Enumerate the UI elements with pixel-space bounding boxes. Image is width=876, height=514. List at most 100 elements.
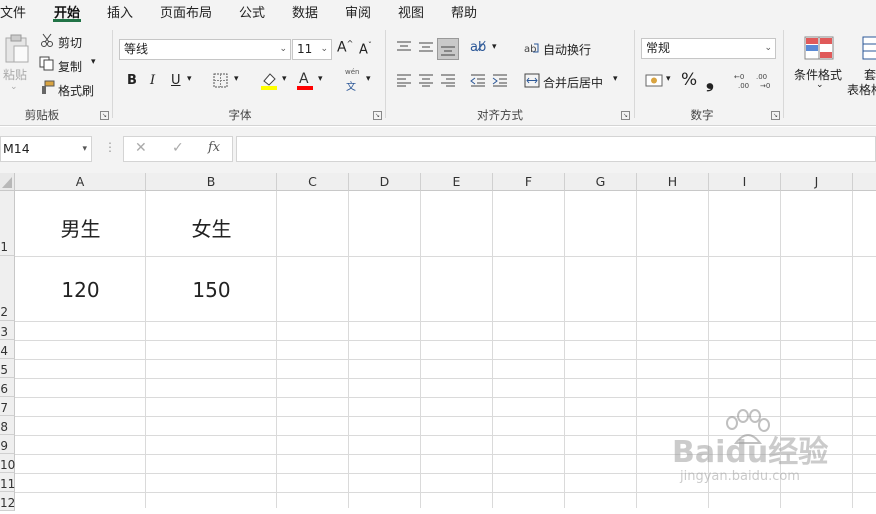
row-header-1[interactable]: 1 (0, 191, 15, 256)
watermark-url: jingyan.baidu.com (680, 469, 800, 484)
scissors-icon (41, 33, 53, 47)
cell-b1[interactable]: 女生 (146, 213, 277, 242)
font-family-select[interactable]: 等线 ⌄ (119, 39, 291, 60)
underline-dropdown-icon[interactable]: ▾ (187, 74, 192, 84)
format-as-table-label[interactable]: 表格格 (847, 81, 876, 98)
font-size-select[interactable]: 11 ⌄ (292, 39, 332, 60)
orientation-icon[interactable]: ab̸ (470, 40, 486, 55)
name-box[interactable]: M14 ▾ (0, 136, 92, 162)
number-launcher-icon[interactable]: ↘ (771, 111, 780, 120)
increase-font-size-icon[interactable]: A^ (337, 39, 353, 56)
underline-button[interactable]: U (171, 73, 181, 88)
menu-formulas[interactable]: 公式 (239, 2, 265, 21)
copy-button[interactable]: 复制 (58, 58, 82, 75)
align-bottom-button[interactable] (437, 38, 459, 60)
clipboard-launcher-icon[interactable]: ↘ (100, 111, 109, 120)
paste-icon[interactable] (4, 34, 30, 64)
enter-icon[interactable]: ✓ (172, 140, 184, 156)
font-color-dropdown-icon[interactable]: ▾ (318, 74, 323, 84)
font-color-icon[interactable]: A (296, 70, 314, 90)
merge-dropdown-icon[interactable]: ▾ (613, 74, 618, 84)
svg-text:ab: ab (524, 44, 536, 55)
increase-decimal-icon[interactable]: ←0 .00 (734, 71, 752, 89)
decrease-decimal-icon[interactable]: .00 →0 (756, 71, 774, 89)
cut-button[interactable]: 剪切 (58, 34, 82, 51)
accounting-dropdown-icon[interactable]: ▾ (666, 74, 671, 84)
number-format-select[interactable]: 常规 ⌄ (641, 38, 776, 59)
merge-center-button[interactable]: 合并后居中 (543, 74, 603, 91)
menu-file[interactable]: 文件 (0, 2, 26, 21)
align-left-icon[interactable] (396, 73, 412, 87)
menu-help[interactable]: 帮助 (451, 2, 477, 21)
borders-icon[interactable] (213, 73, 228, 88)
fill-color-dropdown-icon[interactable]: ▾ (282, 74, 287, 84)
column-header-h[interactable]: H (637, 173, 709, 191)
phonetic-dropdown-icon[interactable]: ▾ (366, 74, 371, 84)
font-launcher-icon[interactable]: ↘ (373, 111, 382, 120)
row-header-9[interactable]: 9 (0, 435, 15, 454)
menu-insert[interactable]: 插入 (107, 2, 133, 21)
italic-button[interactable]: I (150, 73, 155, 88)
menu-review[interactable]: 审阅 (345, 2, 371, 21)
percent-style-button[interactable]: % (681, 70, 697, 90)
column-header-g[interactable]: G (565, 173, 637, 191)
menu-page-layout[interactable]: 页面布局 (160, 2, 212, 21)
svg-text:.00: .00 (756, 73, 767, 81)
column-header-j[interactable]: J (781, 173, 853, 191)
insert-function-icon[interactable]: fx (208, 140, 220, 155)
formula-input[interactable] (236, 136, 876, 162)
column-header-f[interactable]: F (493, 173, 565, 191)
cell-a1[interactable]: 男生 (15, 213, 146, 242)
alignment-launcher-icon[interactable]: ↘ (621, 111, 630, 120)
column-header-b[interactable]: B (146, 173, 277, 191)
cell-b2[interactable]: 150 (146, 278, 277, 302)
svg-text:←0: ←0 (734, 73, 744, 81)
select-all-corner[interactable] (0, 173, 15, 191)
phonetic-guide-button[interactable]: 文 (346, 78, 356, 93)
formula-bar-area: M14 ▾ ⋮ ✕ ✓ fx (0, 127, 876, 173)
row-header-10[interactable]: 10 (0, 454, 15, 473)
comma-style-button[interactable]: ❟ (706, 68, 714, 92)
wrap-text-button[interactable]: 自动换行 (543, 41, 591, 58)
decrease-font-size-icon[interactable]: Aˇ (359, 41, 372, 57)
column-header-d[interactable]: D (349, 173, 421, 191)
accounting-format-icon[interactable] (645, 73, 663, 88)
paste-button[interactable]: 粘贴 (3, 66, 27, 83)
row-header-5[interactable]: 5 (0, 359, 15, 378)
conditional-formatting-dropdown-icon[interactable]: ⌄ (816, 80, 824, 90)
format-painter-button[interactable]: 格式刷 (58, 82, 94, 99)
borders-dropdown-icon[interactable]: ▾ (234, 74, 239, 84)
bold-button[interactable]: B (127, 73, 137, 88)
align-middle-icon[interactable] (418, 40, 434, 54)
orientation-dropdown-icon[interactable]: ▾ (492, 42, 497, 52)
align-right-icon[interactable] (440, 73, 456, 87)
spreadsheet-grid[interactable]: A B C D E F G H I J 1 2 3 4 5 6 7 8 9 10… (0, 173, 876, 511)
menu-data[interactable]: 数据 (292, 2, 318, 21)
increase-indent-icon[interactable] (492, 73, 508, 87)
align-center-icon[interactable] (418, 73, 434, 87)
column-header-c[interactable]: C (277, 173, 349, 191)
fill-color-icon[interactable] (260, 71, 278, 90)
column-header-k[interactable] (853, 173, 876, 191)
paste-dropdown-icon[interactable]: ⌄ (10, 82, 18, 92)
column-header-a[interactable]: A (15, 173, 146, 191)
row-header-3[interactable]: 3 (0, 321, 15, 340)
column-header-e[interactable]: E (421, 173, 493, 191)
cell-a2[interactable]: 120 (15, 278, 146, 302)
row-header-12[interactable]: 12 (0, 492, 15, 511)
font-family-value: 等线 (124, 42, 149, 56)
menu-view[interactable]: 视图 (398, 2, 424, 21)
row-header-11[interactable]: 11 (0, 473, 15, 492)
row-header-4[interactable]: 4 (0, 340, 15, 359)
number-format-value: 常规 (646, 41, 671, 55)
column-header-i[interactable]: I (709, 173, 781, 191)
align-top-icon[interactable] (396, 40, 412, 54)
name-box-dropdown-icon[interactable]: ▾ (82, 137, 87, 161)
copy-dropdown-icon[interactable]: ▾ (91, 57, 96, 67)
decrease-indent-icon[interactable] (470, 73, 486, 87)
row-header-2[interactable]: 2 (0, 256, 15, 321)
row-header-7[interactable]: 7 (0, 397, 15, 416)
row-header-6[interactable]: 6 (0, 378, 15, 397)
row-header-8[interactable]: 8 (0, 416, 15, 435)
cancel-icon[interactable]: ✕ (135, 140, 147, 156)
